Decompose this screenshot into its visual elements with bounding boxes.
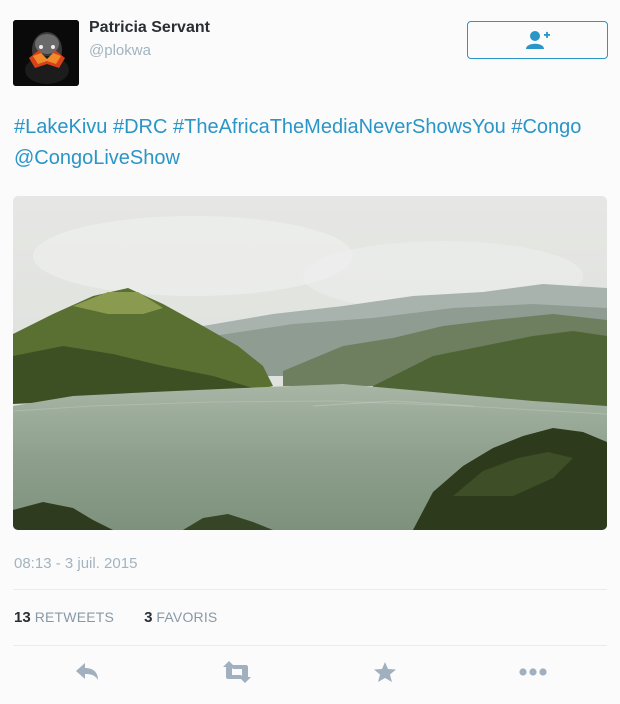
follow-button[interactable] — [467, 21, 608, 59]
lake-landscape-image — [13, 196, 607, 530]
retweet-icon — [223, 661, 251, 683]
mention-congoliveshow[interactable]: @CongoLiveShow — [14, 147, 180, 169]
more-options-button[interactable] — [516, 658, 550, 686]
user-name[interactable]: Patricia Servant — [89, 19, 210, 37]
favorites-stat[interactable]: 3 FAVORIS — [144, 609, 217, 626]
reply-button[interactable] — [70, 658, 104, 686]
retweets-label: RETWEETS — [34, 609, 115, 625]
tweet-stats: 13 RETWEETS 3 FAVORIS — [14, 609, 217, 626]
tweet-text: #LakeKivu #DRC #TheAfricaTheMediaNeverSh… — [14, 112, 609, 174]
retweet-button[interactable] — [220, 658, 254, 686]
hashtag-lakekivu[interactable]: #LakeKivu — [14, 116, 107, 138]
retweets-count: 13 — [14, 609, 31, 626]
avatar[interactable] — [13, 20, 79, 86]
divider-top — [13, 589, 607, 590]
user-handle[interactable]: @plokwa — [89, 42, 151, 59]
add-user-icon — [525, 31, 550, 49]
favorite-star-icon — [374, 662, 396, 682]
more-options-icon — [519, 668, 547, 676]
favorite-button[interactable] — [368, 658, 402, 686]
reply-icon — [76, 663, 98, 680]
tweet-photo[interactable] — [13, 196, 607, 530]
hashtag-congo[interactable]: #Congo — [511, 116, 581, 138]
favorites-count: 3 — [144, 609, 153, 626]
hashtag-theafricathemedianevershowsyou[interactable]: #TheAfricaTheMediaNeverShowsYou — [173, 116, 506, 138]
hashtag-drc[interactable]: #DRC — [113, 116, 167, 138]
avatar-image — [13, 20, 79, 86]
retweets-stat[interactable]: 13 RETWEETS — [14, 609, 114, 626]
divider-bottom — [13, 645, 607, 646]
tweet-timestamp[interactable]: 08:13 - 3 juil. 2015 — [14, 555, 137, 572]
favorites-label: FAVORIS — [156, 609, 218, 625]
